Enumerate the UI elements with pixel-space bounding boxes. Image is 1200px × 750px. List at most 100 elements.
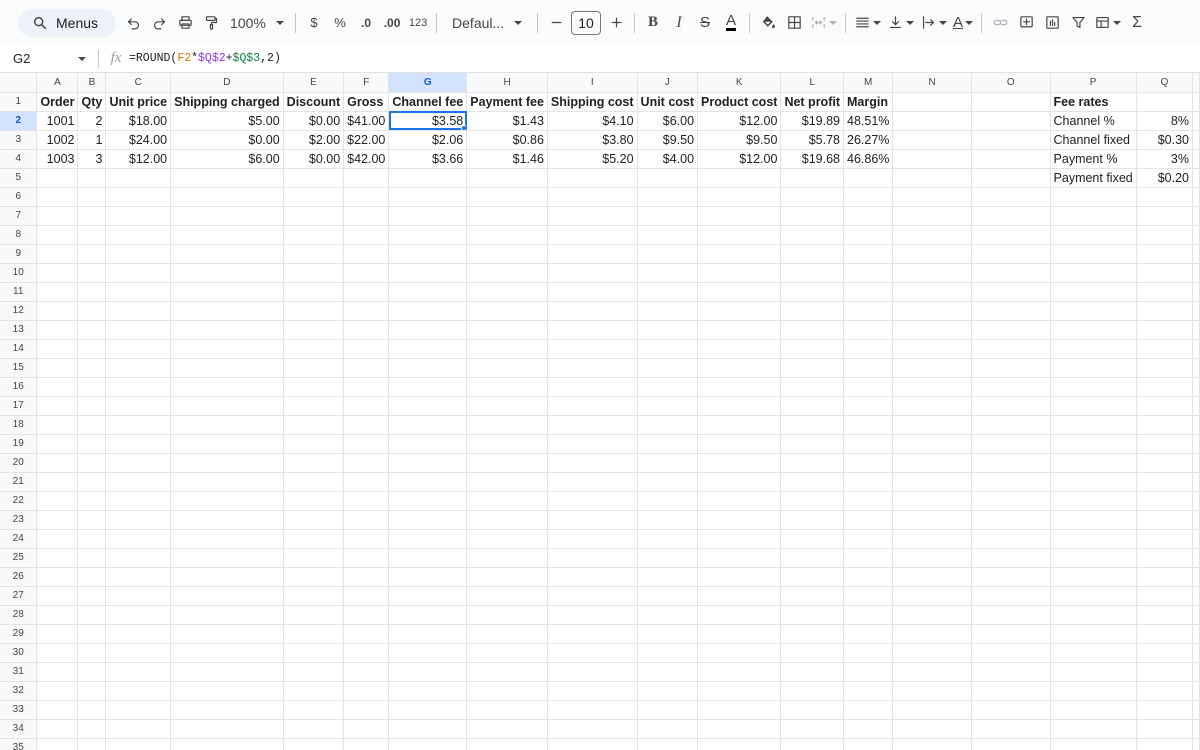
cell-E29[interactable] — [283, 624, 345, 644]
cell-M11[interactable] — [843, 282, 894, 302]
cell-Q33[interactable] — [1136, 700, 1194, 720]
cell-overflow[interactable] — [1192, 700, 1200, 720]
cell-M31[interactable] — [843, 662, 894, 682]
cell-J3[interactable]: $9.50 — [637, 130, 699, 150]
cell-K16[interactable] — [697, 377, 782, 397]
cell-J5[interactable] — [637, 168, 699, 188]
cell-I10[interactable] — [547, 263, 638, 283]
menus-search-button[interactable]: Menus — [18, 8, 117, 37]
cell-E9[interactable] — [283, 244, 345, 264]
cell-J1[interactable]: Unit cost — [637, 92, 699, 112]
cell-I21[interactable] — [547, 472, 638, 492]
cell-N20[interactable] — [892, 453, 972, 473]
cell-E16[interactable] — [283, 377, 345, 397]
cell-L14[interactable] — [780, 339, 844, 359]
cell-P7[interactable] — [1050, 206, 1137, 226]
cell-O26[interactable] — [971, 567, 1051, 587]
insert-chart-button[interactable] — [1039, 9, 1065, 37]
cell-P5[interactable]: Payment fixed — [1050, 168, 1137, 188]
cell-H19[interactable] — [466, 434, 548, 454]
cell-G16[interactable] — [388, 377, 468, 397]
cell-B2[interactable]: 2 — [77, 111, 107, 131]
cell-D23[interactable] — [170, 510, 284, 530]
cell-D21[interactable] — [170, 472, 284, 492]
cell-F34[interactable] — [343, 719, 390, 739]
cell-overflow[interactable] — [1192, 92, 1200, 112]
cell-L30[interactable] — [780, 643, 844, 663]
column-header-J[interactable]: J — [637, 73, 699, 93]
cell-M35[interactable] — [843, 738, 894, 750]
cell-J30[interactable] — [637, 643, 699, 663]
cell-Q23[interactable] — [1136, 510, 1194, 530]
cell-A15[interactable] — [36, 358, 79, 378]
cell-P35[interactable] — [1050, 738, 1137, 750]
fill-color-button[interactable] — [755, 9, 781, 37]
cell-L31[interactable] — [780, 662, 844, 682]
cell-I22[interactable] — [547, 491, 638, 511]
cell-O24[interactable] — [971, 529, 1051, 549]
cell-F21[interactable] — [343, 472, 390, 492]
cell-J13[interactable] — [637, 320, 699, 340]
cell-Q28[interactable] — [1136, 605, 1194, 625]
cell-L27[interactable] — [780, 586, 844, 606]
cell-overflow[interactable] — [1192, 301, 1200, 321]
cell-M28[interactable] — [843, 605, 894, 625]
cell-J16[interactable] — [637, 377, 699, 397]
cell-J34[interactable] — [637, 719, 699, 739]
row-header-7[interactable]: 7 — [0, 206, 38, 226]
cell-J6[interactable] — [637, 187, 699, 207]
cell-B26[interactable] — [77, 567, 107, 587]
cell-K11[interactable] — [697, 282, 782, 302]
cell-overflow[interactable] — [1192, 605, 1200, 625]
cell-M24[interactable] — [843, 529, 894, 549]
cell-I15[interactable] — [547, 358, 638, 378]
cell-H6[interactable] — [466, 187, 548, 207]
cell-M34[interactable] — [843, 719, 894, 739]
cell-I31[interactable] — [547, 662, 638, 682]
cell-E24[interactable] — [283, 529, 345, 549]
cell-B22[interactable] — [77, 491, 107, 511]
cell-K10[interactable] — [697, 263, 782, 283]
cell-E3[interactable]: $2.00 — [283, 130, 345, 150]
cell-C31[interactable] — [105, 662, 172, 682]
cell-L8[interactable] — [780, 225, 844, 245]
cell-J23[interactable] — [637, 510, 699, 530]
cell-O13[interactable] — [971, 320, 1051, 340]
cell-G19[interactable] — [388, 434, 468, 454]
cell-K28[interactable] — [697, 605, 782, 625]
cell-O31[interactable] — [971, 662, 1051, 682]
cell-N16[interactable] — [892, 377, 972, 397]
cell-D8[interactable] — [170, 225, 284, 245]
cell-C1[interactable]: Unit price — [105, 92, 172, 112]
cell-J29[interactable] — [637, 624, 699, 644]
cell-E27[interactable] — [283, 586, 345, 606]
cell-I19[interactable] — [547, 434, 638, 454]
cell-H23[interactable] — [466, 510, 548, 530]
cell-B20[interactable] — [77, 453, 107, 473]
cell-P25[interactable] — [1050, 548, 1137, 568]
cell-A17[interactable] — [36, 396, 79, 416]
cell-P10[interactable] — [1050, 263, 1137, 283]
cell-I6[interactable] — [547, 187, 638, 207]
cell-E23[interactable] — [283, 510, 345, 530]
cell-overflow[interactable] — [1192, 225, 1200, 245]
cell-N28[interactable] — [892, 605, 972, 625]
cell-B35[interactable] — [77, 738, 107, 750]
cell-C20[interactable] — [105, 453, 172, 473]
cell-O12[interactable] — [971, 301, 1051, 321]
cell-Q30[interactable] — [1136, 643, 1194, 663]
cell-B34[interactable] — [77, 719, 107, 739]
cell-I24[interactable] — [547, 529, 638, 549]
cell-G15[interactable] — [388, 358, 468, 378]
cell-H35[interactable] — [466, 738, 548, 750]
insert-link-button[interactable] — [987, 9, 1013, 37]
cell-B18[interactable] — [77, 415, 107, 435]
cell-I3[interactable]: $3.80 — [547, 130, 638, 150]
cell-E26[interactable] — [283, 567, 345, 587]
cell-overflow[interactable] — [1192, 681, 1200, 701]
cell-A29[interactable] — [36, 624, 79, 644]
cell-overflow[interactable] — [1192, 719, 1200, 739]
cell-C18[interactable] — [105, 415, 172, 435]
cell-N12[interactable] — [892, 301, 972, 321]
cell-E13[interactable] — [283, 320, 345, 340]
